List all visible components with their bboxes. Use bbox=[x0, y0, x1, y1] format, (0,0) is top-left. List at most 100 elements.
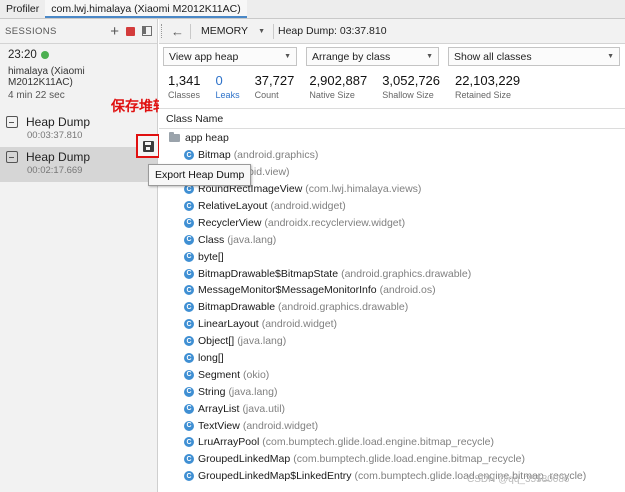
watermark: CSDN @qq_35580086 bbox=[467, 474, 570, 485]
memory-toolbar: ← MEMORY ▼ Heap Dump: 03:37.810 bbox=[159, 19, 625, 44]
class-icon: C bbox=[184, 268, 194, 279]
stat-label: Native Size bbox=[309, 90, 355, 100]
stat-label: Count bbox=[254, 90, 279, 100]
class-package: (android.graphics.drawable) bbox=[278, 301, 409, 314]
class-row[interactable]: C BitmapDrawable$BitmapState (android.grap… bbox=[159, 265, 625, 282]
stat-retained-size: 22,103,229 Retained Size bbox=[455, 73, 520, 100]
class-icon: C bbox=[184, 336, 194, 347]
arrange-select[interactable]: Arrange by class ▼ bbox=[306, 47, 439, 66]
class-filter-value: Show all classes bbox=[454, 50, 532, 63]
class-package: (java.lang) bbox=[227, 233, 277, 246]
column-header-class-name[interactable]: Class Name bbox=[159, 109, 625, 129]
class-package: (androidx.recyclerview.widget) bbox=[264, 216, 406, 229]
heap-dump-item[interactable]: Heap Dump 00:03:37.810 bbox=[0, 112, 157, 147]
class-icon: C bbox=[184, 251, 194, 262]
class-row[interactable]: C BitmapDrawable (android.graphics.drawabl… bbox=[159, 299, 625, 316]
tab-session[interactable]: com.lwj.himalaya (Xiaomi M2012K11AC) bbox=[45, 0, 247, 18]
class-row[interactable]: C Segment (okio) bbox=[159, 366, 625, 383]
class-package: (android.graphics) bbox=[233, 149, 319, 162]
live-status-icon bbox=[40, 51, 49, 59]
stat-value: 22,103,229 bbox=[455, 73, 521, 88]
class-row[interactable]: C LruArrayPool (com.bumptech.glide.load.en… bbox=[159, 434, 625, 451]
sessions-title: SESSIONS bbox=[5, 25, 57, 37]
class-icon: C bbox=[184, 302, 194, 313]
class-filter-select[interactable]: Show all classes ▼ bbox=[448, 47, 620, 66]
class-icon: C bbox=[184, 403, 194, 414]
class-name: BitmapDrawable$BitmapState bbox=[198, 267, 339, 280]
stat-value: 37,727 bbox=[254, 73, 295, 88]
stat-label: Retained Size bbox=[455, 90, 512, 100]
class-name: MessageMonitor$MessageMonitorInfo bbox=[198, 284, 377, 297]
class-row[interactable]: C Class (java.lang) bbox=[159, 231, 625, 248]
chevron-down-icon: ▼ bbox=[426, 53, 433, 60]
class-icon: C bbox=[184, 234, 194, 245]
class-row[interactable]: C MessageMonitor$MessageMonitorInfo (andro… bbox=[159, 282, 625, 299]
tree-root-label: app heap bbox=[185, 132, 229, 145]
class-package: (java.util) bbox=[242, 402, 286, 415]
memory-label: MEMORY bbox=[201, 25, 249, 37]
class-name: BitmapDrawable bbox=[198, 301, 276, 314]
memory-dropdown[interactable]: MEMORY ▼ bbox=[191, 25, 273, 37]
tab-profiler[interactable]: Profiler bbox=[0, 0, 45, 18]
class-icon: C bbox=[184, 369, 194, 380]
sessions-panel: SESSIONS + 23:20 himalaya (Xiaomi M2012K… bbox=[0, 19, 158, 492]
class-row[interactable]: C RelativeLayout (android.widget) bbox=[159, 198, 625, 215]
tree-root[interactable]: app heap bbox=[159, 130, 625, 147]
class-row[interactable]: C GroupedLinkedMap (com.bumptech.glide.loa… bbox=[159, 451, 625, 468]
session-time: 23:20 bbox=[8, 49, 37, 61]
class-name: Bitmap bbox=[198, 149, 231, 162]
heap-select[interactable]: View app heap ▼ bbox=[163, 47, 297, 66]
stop-icon[interactable] bbox=[126, 26, 135, 36]
chevron-down-icon: ▼ bbox=[258, 27, 265, 35]
class-icon: C bbox=[184, 150, 194, 161]
class-icon: C bbox=[184, 471, 194, 482]
class-name: Class bbox=[198, 233, 225, 246]
stat-label: Leaks bbox=[215, 90, 240, 100]
chevron-down-icon: ▼ bbox=[607, 53, 614, 60]
heap-dump-label: Heap Dump bbox=[26, 115, 91, 129]
class-package: (com.bumptech.glide.load.engine.bitmap_r… bbox=[293, 453, 525, 466]
class-package: (java.lang) bbox=[228, 385, 278, 398]
class-package: (java.lang) bbox=[237, 335, 287, 348]
class-package: (android.os) bbox=[379, 284, 436, 297]
filter-bar: View app heap ▼ Arrange by class ▼ Show … bbox=[159, 44, 625, 69]
class-icon: C bbox=[184, 454, 194, 465]
heap-select-value: View app heap bbox=[169, 50, 239, 63]
export-heap-dump-button[interactable] bbox=[136, 134, 160, 158]
heap-dump-icon bbox=[6, 116, 18, 128]
class-icon: C bbox=[184, 201, 194, 211]
class-name: GroupedLinkedMap bbox=[198, 453, 291, 466]
stat-label: Classes bbox=[168, 90, 201, 100]
class-package: (android.graphics.drawable) bbox=[341, 267, 472, 280]
class-row[interactable]: C RecyclerView (androidx.recyclerview.widg… bbox=[159, 214, 625, 231]
class-row[interactable]: C String (java.lang) bbox=[159, 383, 625, 400]
class-name: Segment bbox=[198, 368, 241, 381]
class-icon: C bbox=[184, 437, 194, 448]
heap-dump-time: 00:03:37.810 bbox=[27, 130, 83, 141]
folder-icon bbox=[169, 132, 180, 143]
class-package: (android.widget) bbox=[242, 419, 319, 432]
plus-icon[interactable]: + bbox=[110, 24, 119, 39]
class-row[interactable]: Clong[] bbox=[159, 350, 625, 367]
class-row[interactable]: C ArrayList (java.util) bbox=[159, 400, 625, 417]
heap-dump-item[interactable]: Heap Dump 00:02:17.669 bbox=[0, 147, 157, 182]
class-package: (android.widget) bbox=[270, 200, 346, 212]
heap-dump-title: Heap Dump: 03:37.810 bbox=[278, 25, 387, 37]
class-row[interactable]: C Bitmap (android.graphics) bbox=[159, 147, 625, 164]
back-arrow-icon[interactable]: ← bbox=[165, 24, 190, 39]
export-tooltip: Export Heap Dump bbox=[148, 164, 252, 186]
class-name: String bbox=[198, 385, 226, 398]
class-icon: C bbox=[184, 285, 194, 296]
collapse-panel-icon[interactable] bbox=[142, 26, 152, 36]
class-package: (com.bumptech.glide.load.engine.bitmap_r… bbox=[262, 436, 494, 449]
stat-value: 3,052,726 bbox=[382, 73, 441, 88]
class-icon: C bbox=[184, 420, 194, 431]
class-row[interactable]: Cbyte[] bbox=[159, 248, 625, 265]
class-row[interactable]: C TextView (android.widget) bbox=[159, 417, 625, 434]
stat-leaks[interactable]: 0 Leaks bbox=[216, 73, 240, 100]
class-name: LruArrayPool bbox=[198, 436, 260, 449]
class-row[interactable]: C Object[] (java.lang) bbox=[159, 333, 625, 350]
class-row[interactable]: C LinearLayout (android.widget) bbox=[159, 316, 625, 333]
arrange-select-value: Arrange by class bbox=[312, 50, 391, 63]
class-name: RelativeLayout bbox=[198, 200, 268, 212]
